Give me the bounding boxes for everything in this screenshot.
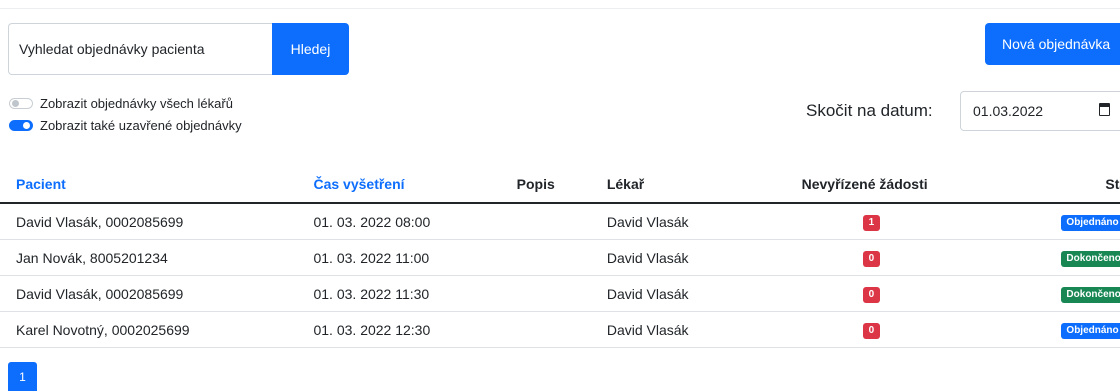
cell-status: Dokončeno [1003, 275, 1120, 312]
cell-patient: Jan Novák, 8005201234 [0, 239, 314, 276]
switch-closed-orders[interactable] [9, 120, 33, 131]
cell-description [516, 203, 607, 240]
table-row[interactable]: Jan Novák, 8005201234 01. 03. 2022 11:00… [0, 239, 1120, 276]
date-jump-label: Skočit na datum: [806, 101, 933, 120]
switch-all-doctors[interactable] [9, 98, 33, 109]
cell-exam-time: 01. 03. 2022 08:00 [313, 203, 517, 240]
cell-pending: 0 [801, 275, 1004, 312]
cell-pending: 0 [801, 311, 1004, 348]
toggle-all-doctors-label: Zobrazit objednávky všech lékařů [40, 96, 233, 111]
cell-doctor: David Vlasák [606, 239, 802, 276]
cell-description [516, 311, 607, 348]
orders-table: Pacient Čas vyšetření Popis Lékař Nevyří… [0, 166, 1120, 348]
header-status: Stav [1003, 166, 1120, 204]
pending-count-badge: 1 [862, 215, 881, 231]
header-description: Popis [516, 166, 607, 204]
cell-description [516, 239, 607, 276]
toggle-all-doctors[interactable]: Zobrazit objednávky všech lékařů [9, 96, 233, 111]
patient-search: Hledej [8, 23, 349, 75]
status-badge: Dokončeno [1061, 287, 1120, 303]
cell-status: Objednáno [1003, 203, 1120, 240]
header-exam-time[interactable]: Čas vyšetření [313, 166, 517, 204]
toggle-closed-orders-label: Zobrazit také uzavřené objednávky [40, 118, 242, 133]
cell-status: Objednáno [1003, 311, 1120, 348]
table-row[interactable]: David Vlasák, 0002085699 01. 03. 2022 08… [0, 203, 1120, 240]
pending-count-badge: 0 [862, 323, 881, 339]
pagination-page-1[interactable]: 1 [8, 362, 37, 391]
top-divider [0, 8, 1120, 9]
table-row[interactable]: David Vlasák, 0002085699 01. 03. 2022 11… [0, 275, 1120, 312]
cell-pending: 0 [801, 239, 1004, 276]
table-header-row: Pacient Čas vyšetření Popis Lékař Nevyří… [0, 166, 1120, 204]
pending-count-badge: 0 [862, 251, 881, 267]
search-input[interactable] [8, 23, 272, 75]
table-row[interactable]: Karel Novotný, 0002025699 01. 03. 2022 1… [0, 311, 1120, 348]
cell-exam-time: 01. 03. 2022 11:00 [313, 239, 517, 276]
cell-doctor: David Vlasák [606, 275, 802, 312]
cell-patient: David Vlasák, 0002085699 [0, 275, 314, 312]
new-order-button[interactable]: Nová objednávka [985, 23, 1120, 65]
date-value: 01.03.2022 [973, 103, 1044, 119]
date-input[interactable]: 01.03.2022 [960, 91, 1120, 131]
status-badge: Objednáno [1061, 323, 1120, 339]
cell-doctor: David Vlasák [606, 311, 802, 348]
status-badge: Dokončeno [1061, 251, 1120, 267]
cell-doctor: David Vlasák [606, 203, 802, 240]
cell-patient: Karel Novotný, 0002025699 [0, 311, 314, 348]
status-badge: Objednáno [1061, 215, 1120, 231]
calendar-icon[interactable] [1099, 103, 1110, 116]
cell-patient: David Vlasák, 0002085699 [0, 203, 314, 240]
header-pending-requests: Nevyřízené žádosti [801, 166, 1004, 204]
cell-exam-time: 01. 03. 2022 12:30 [313, 311, 517, 348]
toggle-closed-orders[interactable]: Zobrazit také uzavřené objednávky [9, 118, 242, 133]
cell-pending: 1 [801, 203, 1004, 240]
pending-count-badge: 0 [862, 287, 881, 303]
search-button[interactable]: Hledej [272, 23, 349, 75]
cell-exam-time: 01. 03. 2022 11:30 [313, 275, 517, 312]
header-patient[interactable]: Pacient [0, 166, 314, 204]
cell-status: Dokončeno [1003, 239, 1120, 276]
header-doctor: Lékař [606, 166, 802, 204]
cell-description [516, 275, 607, 312]
